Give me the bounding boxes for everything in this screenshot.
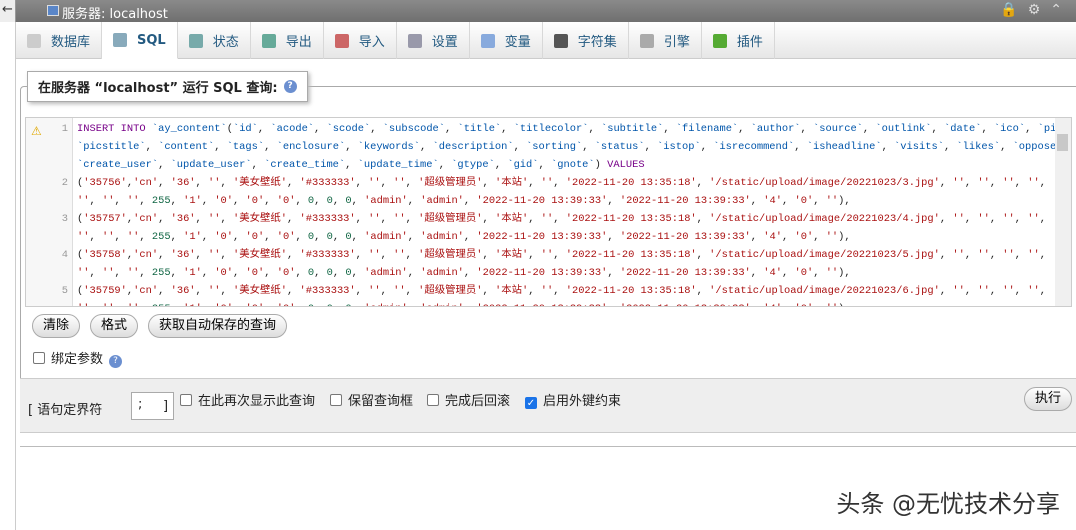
line-code: ('35758','cn', '36', '', '美女壁纸', '#33333… [77, 249, 1046, 261]
foreign-keys-label: 启用外键约束 [543, 394, 622, 409]
lock-icon[interactable]: 🔒 [1000, 2, 1027, 18]
line-code: INSERT INTO `ay_content`(`id`, `acode`, … [77, 123, 1071, 135]
editor-line: 2 ('35756','cn', '36', '', '美女壁纸', '#3333… [26, 174, 1056, 192]
window-title: 服务器: localhost [62, 7, 168, 22]
line-code: `picstitle`, `content`, `tags`, `enclosu… [77, 141, 1069, 153]
tab-plugin[interactable]: 插件 [702, 22, 775, 59]
editor-line: '', '', '', 255, '1', '0', '0', '0', 0, … [26, 192, 1056, 210]
editor-line: 5 ('35759','cn', '36', '', '美女壁纸', '#3333… [26, 282, 1056, 300]
charset-icon [553, 33, 568, 48]
foreign-keys-option[interactable]: ✓ 启用外键约束 [525, 390, 621, 409]
editor-line: '', '', '', 255, '1', '0', '0', '0', 0, … [26, 264, 1056, 282]
editor-line: 1 INSERT INTO `ay_content`(`id`, `acode`,… [26, 120, 1071, 138]
server-icon [47, 5, 59, 16]
help-icon[interactable]: ? [109, 355, 123, 368]
line-code: `create_user`, `update_user`, `create_ti… [77, 159, 645, 171]
get-autosaved-query-button[interactable]: 获取自动保存的查询 [148, 314, 288, 338]
tab-label: 状态 [212, 35, 239, 50]
tab-sql[interactable]: SQL [102, 22, 178, 59]
tab-export[interactable]: 导出 [251, 22, 324, 59]
tab-label: 导出 [285, 35, 312, 50]
rollback-checkbox[interactable] [427, 394, 439, 406]
collapse-icon[interactable]: ⌃ [1050, 2, 1072, 18]
tab-label: 数据库 [51, 35, 91, 50]
status-icon [188, 33, 203, 48]
title-bar: ← 服务器: localhost 🔒⚙⌃ [0, 0, 1076, 22]
line-number: 4 [61, 249, 68, 261]
editor-scrollbar[interactable] [1055, 118, 1071, 306]
window-controls: 🔒⚙⌃ [1000, 2, 1072, 18]
scroll-thumb[interactable] [1057, 134, 1068, 151]
bind-params-option[interactable]: 绑定参数? [33, 348, 123, 368]
line-code: ('35756','cn', '36', '', '美女壁纸', '#33333… [77, 177, 1046, 189]
delimiter-label: [ 语句定界符 [28, 403, 103, 418]
editor-line: '', '', '', 255, '1', '0', '0', '0', 0, … [26, 300, 1056, 306]
tab-database[interactable]: 数据库 [16, 22, 103, 59]
options-bar: [ 语句定界符 ; ] 在此再次显示此查询 保留查询框 完成后回滚 ✓ 启用外键约… [20, 378, 1076, 433]
line-number: 3 [61, 213, 68, 225]
tab-label: 字符集 [577, 35, 617, 50]
editor-line: `create_user`, `update_user`, `create_ti… [26, 156, 1056, 174]
help-icon[interactable]: ? [283, 80, 297, 93]
go-button[interactable]: 执行 [1024, 387, 1073, 411]
variables-icon [480, 33, 495, 48]
tab-label: 变量 [504, 35, 531, 50]
import-icon [334, 33, 349, 48]
line-code: '', '', '', 255, '1', '0', '0', '0', 0, … [77, 303, 851, 306]
sql-editor[interactable]: ⚠ 1 INSERT INTO `ay_content`(`id`, `acode… [25, 117, 1072, 307]
line-code: ('35757','cn', '36', '', '美女壁纸', '#33333… [77, 213, 1046, 225]
legend-text: 在服务器 “localhost” 运行 SQL 查询: [38, 81, 278, 96]
tab-label: 导入 [358, 35, 385, 50]
editor-line: 4 ('35758','cn', '36', '', '美女壁纸', '#3333… [26, 246, 1056, 264]
tab-import[interactable]: 导入 [324, 22, 397, 59]
line-code: '', '', '', 255, '1', '0', '0', '0', 0, … [77, 267, 851, 279]
foreign-keys-checkbox[interactable]: ✓ [525, 397, 537, 409]
line-number: 5 [61, 285, 68, 297]
line-number: 2 [61, 177, 68, 189]
rollback-option[interactable]: 完成后回滚 [427, 390, 510, 409]
format-button[interactable]: 格式 [90, 314, 139, 338]
query-legend: 在服务器 “localhost” 运行 SQL 查询: ? [27, 71, 308, 102]
plugin-icon [712, 33, 727, 48]
tab-wrench[interactable]: 设置 [397, 22, 470, 59]
show-again-checkbox[interactable] [180, 394, 192, 406]
line-code: ('35759','cn', '36', '', '美女壁纸', '#33333… [77, 285, 1046, 297]
tab-label: 引擎 [663, 35, 690, 50]
show-again-option[interactable]: 在此再次显示此查询 [180, 390, 315, 409]
clear-button[interactable]: 清除 [32, 314, 81, 338]
show-again-label: 在此再次显示此查询 [198, 394, 316, 409]
retain-box-label: 保留查询框 [348, 394, 414, 409]
left-panel-edge [0, 22, 16, 530]
editor-line: `picstitle`, `content`, `tags`, `enclosu… [26, 138, 1069, 156]
tab-status[interactable]: 状态 [178, 22, 251, 59]
back-arrow-icon[interactable]: ← [0, 0, 16, 22]
wrench-icon [407, 33, 422, 48]
line-code: '', '', '', 255, '1', '0', '0', '0', 0, … [77, 195, 851, 207]
bind-params-label: 绑定参数 [51, 352, 104, 367]
retain-box-checkbox[interactable] [330, 394, 342, 406]
tab-bar: 数据库 SQL 状态 导出 导入 设置 变量 字符集 引擎 插件 [16, 22, 1076, 59]
tab-charset[interactable]: 字符集 [543, 22, 629, 59]
rollback-label: 完成后回滚 [445, 394, 511, 409]
tab-label: 设置 [431, 35, 458, 50]
line-code: '', '', '', 255, '1', '0', '0', '0', 0, … [77, 231, 851, 243]
engine-icon [639, 33, 654, 48]
tab-engine[interactable]: 引擎 [629, 22, 702, 59]
tab-label: SQL [137, 32, 166, 48]
tab-label: 插件 [736, 35, 763, 50]
bind-params-checkbox[interactable] [33, 352, 45, 364]
watermark: 头条 @无忧技术分享 [836, 490, 1060, 518]
delimiter-close: ] [163, 399, 169, 414]
gear-icon[interactable]: ⚙ [1028, 2, 1051, 18]
editor-line: 3 ('35757','cn', '36', '', '美女壁纸', '#3333… [26, 210, 1056, 228]
editor-line: '', '', '', 255, '1', '0', '0', '0', 0, … [26, 228, 1056, 246]
divider [20, 446, 1076, 447]
line-number: 1 [61, 123, 68, 135]
retain-box-option[interactable]: 保留查询框 [330, 390, 413, 409]
export-icon [261, 33, 276, 48]
database-icon [27, 33, 41, 48]
sql-icon [113, 33, 128, 47]
tab-variables[interactable]: 变量 [470, 22, 543, 59]
